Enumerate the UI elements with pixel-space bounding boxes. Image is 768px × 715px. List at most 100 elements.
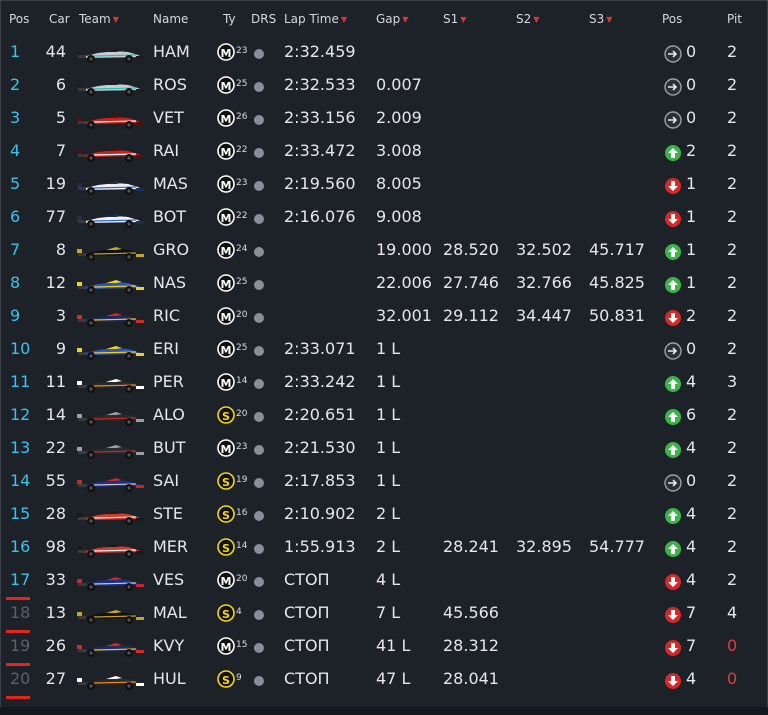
position: 18 <box>10 603 31 622</box>
table-row[interactable]: 2 6 ROS M 25 2:32.533 0.007 0 2 <box>0 69 768 102</box>
header-name[interactable]: Name <box>153 12 188 26</box>
table-row[interactable]: 6 77 BOT M 22 2:16.076 9.008 1 2 <box>0 201 768 234</box>
header-gap[interactable]: Gap ▼ <box>376 12 408 26</box>
team-car-icon <box>76 638 146 658</box>
arrow-right-icon <box>664 45 682 68</box>
pit-stops: 3 <box>727 372 738 391</box>
position: 2 <box>10 75 21 94</box>
header-tyre[interactable]: Ty <box>223 12 236 26</box>
table-row[interactable]: 15 28 STE S 16 2:10.902 2 L 4 2 <box>0 498 768 531</box>
gap: 22.006 <box>376 273 432 292</box>
position: 5 <box>10 174 21 193</box>
pit-stops: 2 <box>727 240 738 259</box>
position-change: 0 <box>686 339 697 358</box>
drs-indicator <box>254 445 264 455</box>
drs-indicator <box>254 412 264 422</box>
car-number: 3 <box>55 306 66 325</box>
tyre-age: 19 <box>236 475 248 485</box>
header-pos[interactable]: Pos <box>9 12 29 26</box>
driver-name: BOT <box>153 207 187 226</box>
gap: 1 L <box>376 438 401 457</box>
sector-3: 45.717 <box>589 240 645 259</box>
header-s3[interactable]: S3 ▼ <box>589 12 612 26</box>
table-row[interactable]: 3 5 VET M 26 2:33.156 2.009 0 2 <box>0 102 768 135</box>
arrow-down-icon <box>664 672 682 695</box>
header-team-label: Team <box>79 12 111 26</box>
table-row[interactable]: 19 26 KVY M 15 СТОП 41 L 28.312 7 0 <box>0 630 768 666</box>
sort-caret-icon: ▼ <box>340 15 347 24</box>
gap: 9.008 <box>376 207 422 226</box>
table-row[interactable]: 1 44 HAM M 23 2:32.459 0 2 <box>0 36 768 69</box>
table-row[interactable]: 12 14 ALO S 20 2:20.651 1 L 6 2 <box>0 399 768 432</box>
table-row[interactable]: 5 19 MAS M 23 2:19.560 8.005 1 2 <box>0 168 768 201</box>
table-row[interactable]: 8 12 NAS M 25 22.006 27.746 32.766 45.825 1 2 <box>0 267 768 300</box>
header-pit[interactable]: Pit <box>727 12 742 26</box>
pit-stops: 2 <box>727 108 738 127</box>
tyre-compound: M 26 <box>217 109 247 132</box>
position-change: 4 <box>686 372 697 391</box>
tyre-compound: M 14 <box>217 373 247 396</box>
header-car[interactable]: Car <box>49 12 70 26</box>
table-row[interactable]: 13 22 BUT M 23 2:21.530 1 L 4 2 <box>0 432 768 465</box>
header-lap-time[interactable]: Lap Time ▼ <box>284 12 347 26</box>
header-team[interactable]: Team ▼ <box>79 12 119 26</box>
table-row[interactable]: 14 55 SAI S 19 2:17.853 1 L 0 2 <box>0 465 768 498</box>
gap: 1 L <box>376 471 401 490</box>
position-change: 0 <box>686 471 697 490</box>
driver-name: RIC <box>153 306 181 325</box>
sector-1: 27.746 <box>443 273 499 292</box>
team-car-icon <box>76 77 146 97</box>
team-car-icon <box>76 176 146 196</box>
position: 10 <box>10 339 31 358</box>
position-change: 2 <box>686 306 697 325</box>
pit-stops: 0 <box>727 636 738 655</box>
team-car-icon <box>76 308 146 328</box>
pit-stops: 4 <box>727 603 738 622</box>
sector-1: 29.112 <box>443 306 499 325</box>
header-drs[interactable]: DRS <box>251 12 276 26</box>
arrow-up-icon <box>664 507 682 530</box>
lap-time: СТОП <box>284 603 330 622</box>
position: 17 <box>10 570 31 589</box>
position-change: 0 <box>686 42 697 61</box>
arrow-down-icon <box>664 177 682 200</box>
team-car-icon <box>76 506 146 526</box>
table-row[interactable]: 20 27 HUL S 9 СТОП 47 L 28.041 4 0 <box>0 663 768 699</box>
lap-time: 2:17.853 <box>284 471 356 490</box>
team-car-icon <box>76 143 146 163</box>
sector-1: 45.566 <box>443 603 499 622</box>
sector-2: 32.895 <box>516 537 572 556</box>
table-row[interactable]: 11 11 PER M 14 2:33.242 1 L 4 3 <box>0 366 768 399</box>
team-car-icon <box>76 440 146 460</box>
sort-caret-icon: ▼ <box>533 15 540 24</box>
tyre-age: 23 <box>236 178 248 188</box>
header-s2[interactable]: S2 ▼ <box>516 12 539 26</box>
drs-indicator <box>254 313 264 323</box>
pit-stops: 2 <box>727 141 738 160</box>
tyre-letter: M <box>220 344 232 357</box>
table-row[interactable]: 10 9 ERI M 25 2:33.071 1 L 0 2 <box>0 333 768 366</box>
table-row[interactable]: 17 33 VES M 20 СТОП 4 L 4 2 <box>0 564 768 600</box>
table-row[interactable]: 9 3 RIC M 20 32.001 29.112 34.447 50.831 2 2 <box>0 300 768 333</box>
position: 15 <box>10 504 31 523</box>
lap-time: СТОП <box>284 570 330 589</box>
tyre-compound: M 23 <box>217 175 247 198</box>
table-row[interactable]: 7 8 GRO M 24 19.000 28.520 32.502 45.717 1 2 <box>0 234 768 267</box>
sector-1: 28.520 <box>443 240 499 259</box>
table-row[interactable]: 16 98 MER S 14 1:55.913 2 L 28.241 32.895 54.777 4… <box>0 531 768 564</box>
driver-name: HAM <box>153 42 190 61</box>
tyre-letter: M <box>220 443 232 456</box>
drs-indicator <box>254 148 264 158</box>
table-row[interactable]: 18 13 MAL S 4 СТОП 7 L 45.566 7 4 <box>0 597 768 633</box>
position-change: 7 <box>686 603 697 622</box>
header-pos-change[interactable]: Pos <box>662 12 682 26</box>
header-s2-label: S2 <box>516 12 532 26</box>
position-change: 0 <box>686 108 697 127</box>
pit-stops: 2 <box>727 570 738 589</box>
car-number: 98 <box>45 537 66 556</box>
table-row[interactable]: 4 7 RAI M 22 2:33.472 3.008 2 2 <box>0 135 768 168</box>
header-s1[interactable]: S1 ▼ <box>443 12 466 26</box>
lap-time: 2:19.560 <box>284 174 356 193</box>
sort-caret-icon: ▼ <box>402 15 409 24</box>
driver-name: MER <box>153 537 189 556</box>
